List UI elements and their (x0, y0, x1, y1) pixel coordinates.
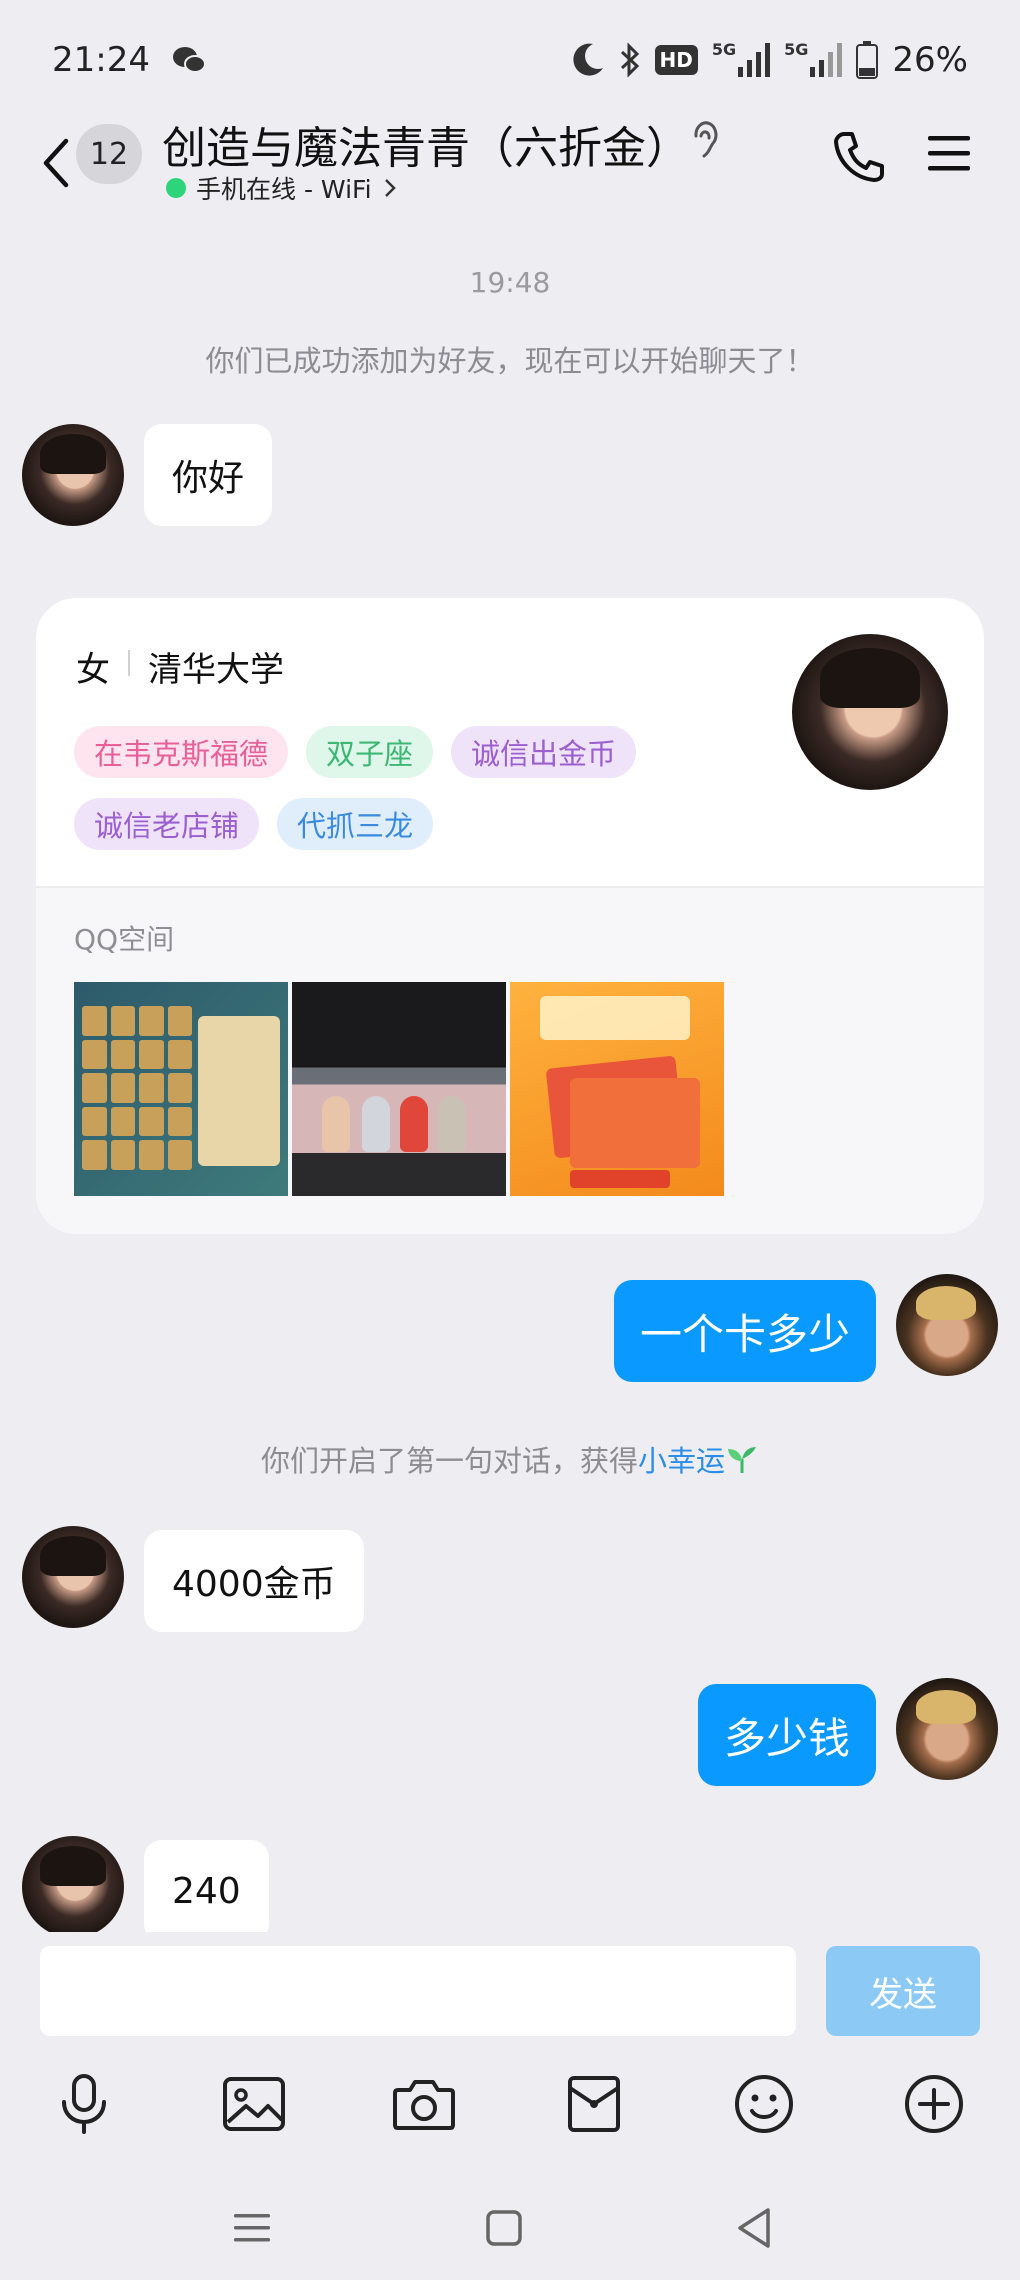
profile-tag[interactable]: 诚信老店铺 (74, 798, 260, 850)
qzone-photo[interactable] (510, 982, 724, 1196)
profile-school: 清华大学 (148, 650, 284, 690)
my-avatar[interactable] (896, 1274, 998, 1376)
profile-tag[interactable]: 双子座 (306, 726, 434, 778)
online-status-text: 手机在线 - WiFi (196, 175, 372, 204)
divider (128, 650, 130, 676)
menu-icon[interactable] (926, 132, 972, 176)
message-bubble-incoming[interactable]: 4000金币 (144, 1530, 364, 1632)
status-icons: HD 5G 5G 26% (571, 40, 968, 80)
message-bubble-incoming[interactable]: 240 (144, 1840, 269, 1932)
microphone-icon[interactable] (48, 2068, 120, 2140)
system-message-friend-added: 你们已成功添加为好友，现在可以开始聊天了！ (205, 344, 815, 378)
online-dot (166, 178, 186, 198)
bluetooth-icon (619, 42, 641, 78)
camera-icon[interactable] (388, 2068, 460, 2140)
back-button[interactable] (34, 128, 76, 198)
online-status-row[interactable]: 手机在线 - WiFi (166, 170, 398, 206)
chat-title[interactable]: 创造与魔法青青（六折金） (162, 112, 690, 176)
profile-avatar[interactable] (792, 634, 948, 790)
profile-tag[interactable]: 诚信出金币 (451, 726, 637, 778)
sprout-icon (725, 1444, 759, 1478)
plus-circle-icon[interactable] (898, 2068, 970, 2140)
lucky-link[interactable]: 小幸运 (638, 1444, 725, 1478)
message-bubble-incoming[interactable]: 你好 (144, 424, 273, 526)
image-icon[interactable] (218, 2068, 290, 2140)
qzone-section[interactable]: QQ空间 (36, 888, 984, 1234)
input-toolbar (0, 2064, 1020, 2144)
wechat-icon (172, 45, 206, 75)
qzone-thumbnails (74, 982, 724, 1196)
system-nav-bar (0, 2170, 1020, 2280)
message-timestamp: 19:48 (469, 266, 551, 299)
system-message-first-chat: 你们开启了第一句对话，获得小幸运 (0, 1438, 1020, 1480)
signal-icon-1: 5G (712, 42, 771, 77)
message-bubble-outgoing[interactable]: 一个卡多少 (613, 1280, 876, 1382)
chat-header: 12 创造与魔法青青（六折金） 手机在线 - WiFi (0, 112, 1020, 220)
message-input[interactable] (40, 1946, 796, 2036)
ear-icon[interactable] (688, 118, 722, 162)
chat-message-list[interactable]: 19:48 你们已成功添加为好友，现在可以开始聊天了！ 你好 女 清华大学 在韦… (0, 220, 1020, 1932)
qzone-photo[interactable] (74, 982, 288, 1196)
profile-info: 女 清华大学 在韦克斯福德 双子座 诚信出金币 诚信老店铺 代抓三龙 (36, 598, 984, 886)
hd-badge: HD (654, 45, 698, 75)
moon-icon (571, 42, 605, 78)
status-time: 21:24 (52, 40, 150, 80)
status-bar: 21:24 HD 5G 5G 26% (0, 0, 1020, 120)
input-bar: 发送 (0, 1932, 1020, 2064)
profile-card[interactable]: 女 清华大学 在韦克斯福德 双子座 诚信出金币 诚信老店铺 代抓三龙 QQ空间 (36, 598, 984, 1234)
qzone-photo[interactable] (292, 982, 506, 1196)
send-button[interactable]: 发送 (826, 1946, 980, 2036)
chevron-left-icon (43, 138, 69, 188)
profile-tag[interactable]: 在韦克斯福德 (74, 726, 289, 778)
my-avatar[interactable] (896, 1678, 998, 1780)
phone-icon[interactable] (832, 128, 888, 184)
home-icon[interactable] (476, 2200, 532, 2256)
battery-icon (856, 41, 879, 79)
contact-avatar[interactable] (22, 1526, 124, 1628)
profile-tags: 在韦克斯福德 双子座 诚信出金币 诚信老店铺 代抓三龙 (74, 726, 694, 850)
qzone-label: QQ空间 (74, 923, 175, 956)
signal-icon-2: 5G (784, 42, 843, 77)
unread-count-badge[interactable]: 12 (76, 124, 142, 184)
contact-avatar[interactable] (22, 424, 124, 526)
profile-gender: 女 (76, 650, 110, 690)
red-packet-icon[interactable] (558, 2068, 630, 2140)
contact-avatar[interactable] (22, 1836, 124, 1932)
battery-percent: 26% (892, 40, 968, 80)
system-message-text: 你们开启了第一句对话，获得 (260, 1444, 638, 1478)
back-triangle-icon[interactable] (726, 2200, 782, 2256)
emoji-icon[interactable] (728, 2068, 800, 2140)
chevron-right-icon (384, 179, 396, 197)
recent-apps-icon[interactable] (224, 2200, 280, 2256)
profile-tag[interactable]: 代抓三龙 (277, 798, 434, 850)
message-bubble-outgoing[interactable]: 多少钱 (697, 1684, 876, 1786)
